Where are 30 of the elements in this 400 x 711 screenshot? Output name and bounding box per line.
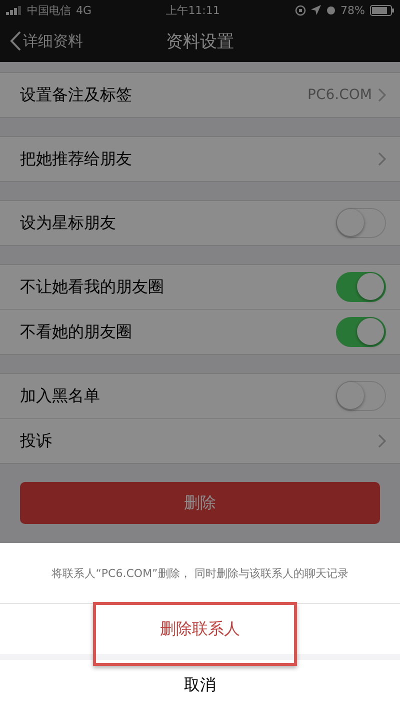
chevron-icon: [378, 88, 386, 102]
toggle-switch[interactable]: [336, 272, 386, 302]
row-label: 投诉: [20, 430, 53, 452]
row-label: 把她推荐给朋友: [20, 148, 133, 170]
sheet-message: 将联系人“PC6.COM”删除， 同时删除与该联系人的聊天记录: [0, 543, 400, 604]
back-link[interactable]: 详细资料: [0, 31, 83, 51]
chevron-icon: [378, 434, 386, 448]
toggle-switch[interactable]: [336, 317, 386, 347]
signal-icon: [6, 6, 22, 14]
toggle-switch[interactable]: [336, 208, 386, 238]
row-label: 加入黑名单: [20, 386, 101, 406]
row-label: 不让她看我的朋友圈: [20, 276, 165, 298]
row-value: PC6.COM: [308, 87, 372, 103]
row-label: 不看她的朋友圈: [20, 322, 133, 342]
delete-button[interactable]: 删除: [20, 482, 380, 524]
toggle-switch[interactable]: [336, 381, 386, 411]
lock-rotation-icon: [294, 4, 306, 16]
cancel-button[interactable]: 取消: [0, 660, 400, 711]
row-label: 设为星标朋友: [20, 212, 117, 234]
row-label: 设置备注及标签: [20, 84, 133, 106]
network-label: 4G: [76, 4, 92, 16]
chevron-icon: [378, 152, 386, 166]
delete-contact-button[interactable]: 删除联系人: [0, 604, 400, 654]
back-icon: [10, 31, 21, 51]
status-time: 上午11:11: [165, 2, 221, 18]
page-title: 资料设置: [166, 30, 234, 52]
carrier-label: 中国电信: [27, 2, 71, 18]
battery-percent: 78%: [340, 4, 365, 16]
battery-icon: [370, 4, 394, 16]
location-icon: [310, 5, 321, 15]
